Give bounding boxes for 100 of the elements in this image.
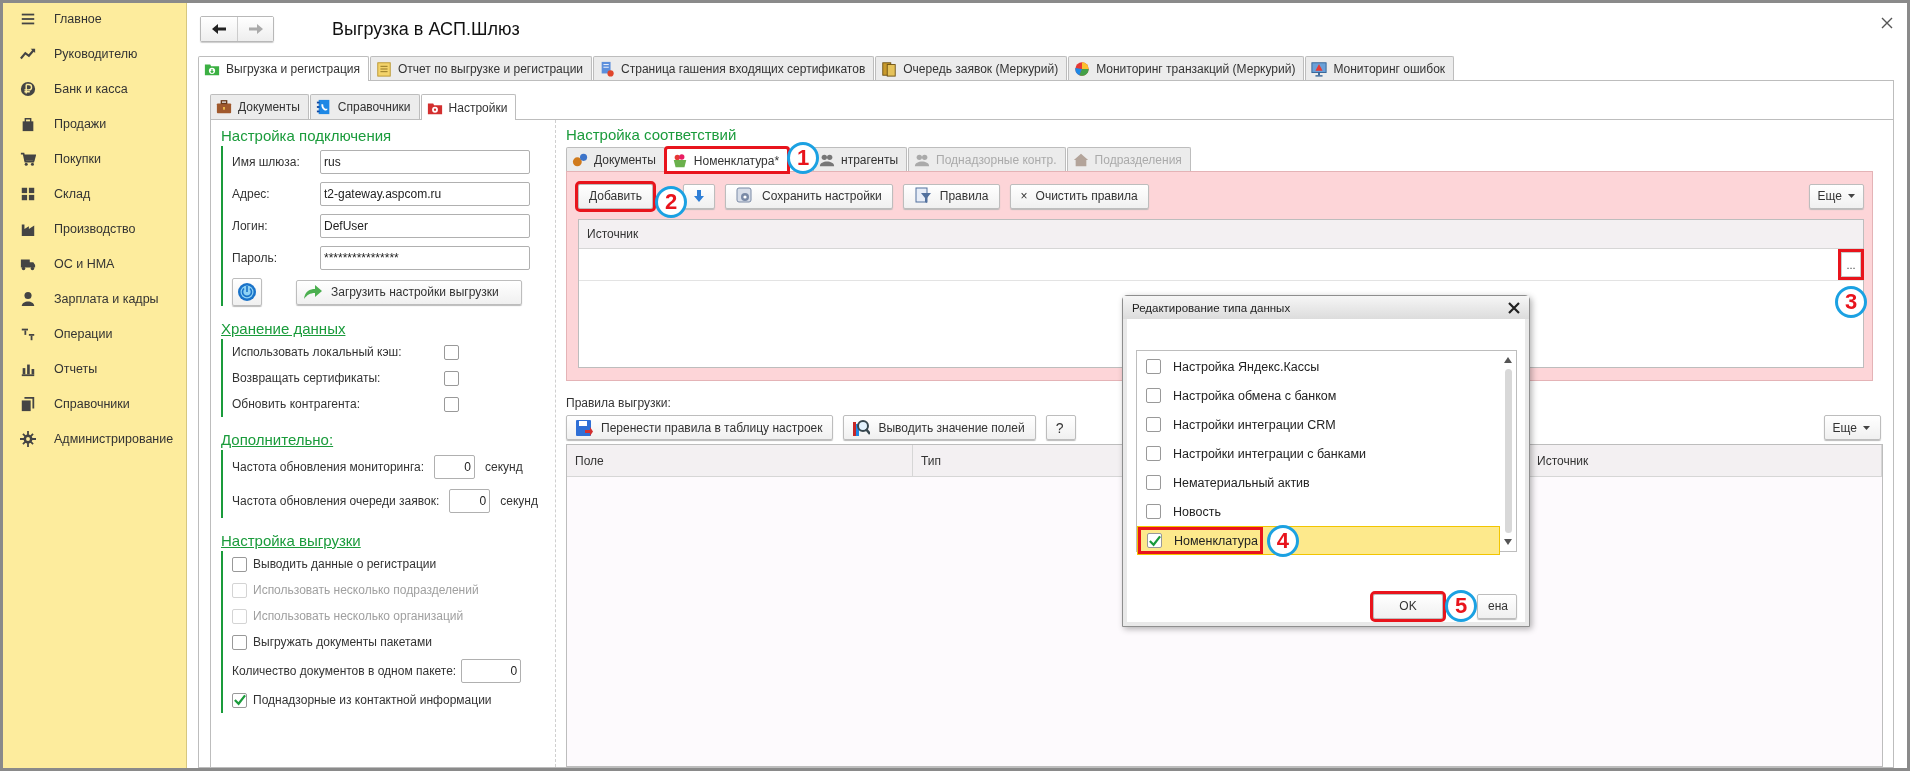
- callout-number: 2: [655, 186, 688, 218]
- connect-button[interactable]: [232, 278, 262, 306]
- cart-icon: [20, 150, 36, 167]
- sidebar-item[interactable]: Главное: [3, 1, 186, 36]
- section-link[interactable]: Настройка выгрузки: [221, 532, 361, 549]
- window-title: Выгрузка в АСП.Шлюз: [332, 18, 520, 40]
- house-icon: [1072, 151, 1089, 168]
- checkbox[interactable]: [444, 344, 459, 360]
- option-label: Возвращать сертификаты:: [232, 371, 382, 385]
- move-down-button[interactable]: [683, 183, 716, 209]
- toolbar-button[interactable]: Сохранить настройки: [725, 183, 893, 209]
- tab[interactable]: Мониторинг транзакций (Меркурий): [1068, 56, 1305, 80]
- toolbar-button[interactable]: Правила: [902, 183, 1000, 209]
- section-link[interactable]: Дополнительно:: [221, 431, 334, 448]
- sidebar-item[interactable]: Зарплата и кадры: [3, 281, 186, 316]
- tab[interactable]: Мониторинг ошибок: [1305, 56, 1455, 80]
- load-settings-button[interactable]: Загрузить настройки выгрузки: [296, 279, 522, 305]
- toolbar-button[interactable]: Выводить значение полей: [843, 415, 1036, 440]
- highlight-frame: Настройка Яндекс.Кассы: [1137, 354, 1322, 379]
- pie-chart-icon: [1074, 60, 1091, 77]
- dialog-button[interactable]: ена: [1477, 593, 1517, 619]
- field-label: Логин:: [232, 219, 269, 233]
- input-field[interactable]: t2-gateway.aspcom.ru: [320, 182, 530, 206]
- list-item[interactable]: Настройка Яндекс.Кассы: [1137, 352, 1500, 381]
- checkbox[interactable]: [232, 634, 247, 650]
- add-button[interactable]: Добавить: [578, 183, 654, 209]
- callout-number: 5: [1445, 590, 1477, 622]
- address-book-icon: [315, 99, 332, 115]
- list-item[interactable]: Настройки интеграции CRM: [1137, 410, 1500, 439]
- checkbox[interactable]: [232, 556, 247, 572]
- checkbox[interactable]: [1146, 359, 1161, 374]
- tab[interactable]: Документы: [566, 147, 665, 171]
- checkbox[interactable]: [444, 370, 459, 386]
- section-link[interactable]: Хранение данных: [221, 320, 346, 337]
- sidebar-item[interactable]: Руководителю: [3, 36, 186, 71]
- option-label: Выводить данные о регистрации: [253, 557, 437, 571]
- tab[interactable]: Выгрузка и регистрация: [198, 56, 369, 81]
- choice-button[interactable]: ...: [1841, 252, 1861, 277]
- tab[interactable]: Документы: [210, 94, 309, 119]
- checkbox[interactable]: [1146, 388, 1161, 403]
- tab[interactable]: Справочники: [309, 94, 420, 119]
- list-item[interactable]: Новость: [1137, 497, 1500, 526]
- option-label: Обновить контрагента:: [232, 397, 361, 411]
- down-arrow-icon: [693, 189, 706, 203]
- column-header: Поле: [567, 445, 913, 476]
- checkbox[interactable]: [1146, 475, 1161, 490]
- callout-number: 4: [1266, 524, 1299, 557]
- tab[interactable]: нтрагенты: [813, 147, 908, 171]
- dialog-button[interactable]: OK: [1373, 593, 1443, 619]
- basket-icon: [671, 152, 688, 169]
- toolbar-button[interactable]: × Очистить правила: [1009, 183, 1149, 209]
- tab[interactable]: Настройки: [420, 94, 517, 120]
- tab[interactable]: Страница гашения входящих сертификатов: [593, 56, 875, 80]
- tab[interactable]: Отчет по выгрузке и регистрации: [369, 56, 593, 80]
- caret-icon: [1863, 425, 1870, 430]
- checkbox[interactable]: [1147, 533, 1162, 548]
- more-button[interactable]: Еще: [1808, 183, 1864, 209]
- input-field[interactable]: DefUser: [320, 214, 530, 238]
- coin-icon: [20, 80, 36, 97]
- person-icon: [20, 290, 36, 307]
- checkbox[interactable]: [232, 692, 247, 708]
- list-item[interactable]: Настройка обмена с банком: [1137, 381, 1500, 410]
- option-label: Использовать несколько организаций: [253, 609, 464, 623]
- checkbox[interactable]: [1146, 504, 1161, 519]
- back-button[interactable]: [201, 17, 237, 41]
- list-item[interactable]: Номенклатура 4: [1137, 526, 1500, 555]
- option-label: Поднадзорные из контактной информации: [253, 693, 492, 707]
- checkbox[interactable]: [1146, 446, 1161, 461]
- gears-icon: [572, 151, 588, 168]
- sidebar-item[interactable]: Операции: [3, 316, 186, 351]
- number-field[interactable]: 0: [449, 489, 491, 513]
- input-field[interactable]: rus: [320, 150, 530, 174]
- scroll-down-icon[interactable]: [1504, 539, 1512, 545]
- sidebar-item[interactable]: Справочники: [3, 386, 186, 421]
- number-field[interactable]: 0: [461, 659, 522, 683]
- gear-icon: [20, 430, 36, 447]
- tab[interactable]: Номенклатура*: [665, 148, 789, 172]
- document-funnel-icon: [913, 187, 932, 205]
- input-field[interactable]: ****************: [320, 246, 530, 270]
- sidebar-item[interactable]: Производство: [3, 211, 186, 246]
- sidebar-item[interactable]: Склад: [3, 176, 186, 211]
- toolbar-button[interactable]: Перенести правила в таблицу настроек: [566, 415, 834, 440]
- sidebar-item[interactable]: Отчеты: [3, 351, 186, 386]
- tab[interactable]: Очередь заявок (Меркурий): [875, 56, 1068, 80]
- sidebar-item[interactable]: Покупки: [3, 141, 186, 176]
- field-label: Пароль:: [232, 251, 278, 265]
- field-label: Количество документов в одном пакете:: [232, 664, 457, 678]
- unit-label: секунд: [485, 460, 523, 474]
- sidebar-item[interactable]: ОС и НМА: [3, 246, 186, 281]
- close-icon[interactable]: [1881, 17, 1893, 29]
- checkbox[interactable]: [1146, 417, 1161, 432]
- scroll-up-icon[interactable]: [1504, 357, 1512, 363]
- more-button[interactable]: Еще: [1823, 415, 1881, 440]
- sidebar-item[interactable]: Администрирование: [3, 421, 186, 456]
- close-icon[interactable]: [1508, 301, 1520, 314]
- number-field[interactable]: 0: [434, 455, 475, 479]
- checkbox[interactable]: [444, 396, 459, 412]
- sidebar-item[interactable]: Продажи: [3, 106, 186, 141]
- help-button[interactable]: ?: [1045, 415, 1076, 440]
- sidebar-item[interactable]: Банк и касса: [3, 71, 186, 106]
